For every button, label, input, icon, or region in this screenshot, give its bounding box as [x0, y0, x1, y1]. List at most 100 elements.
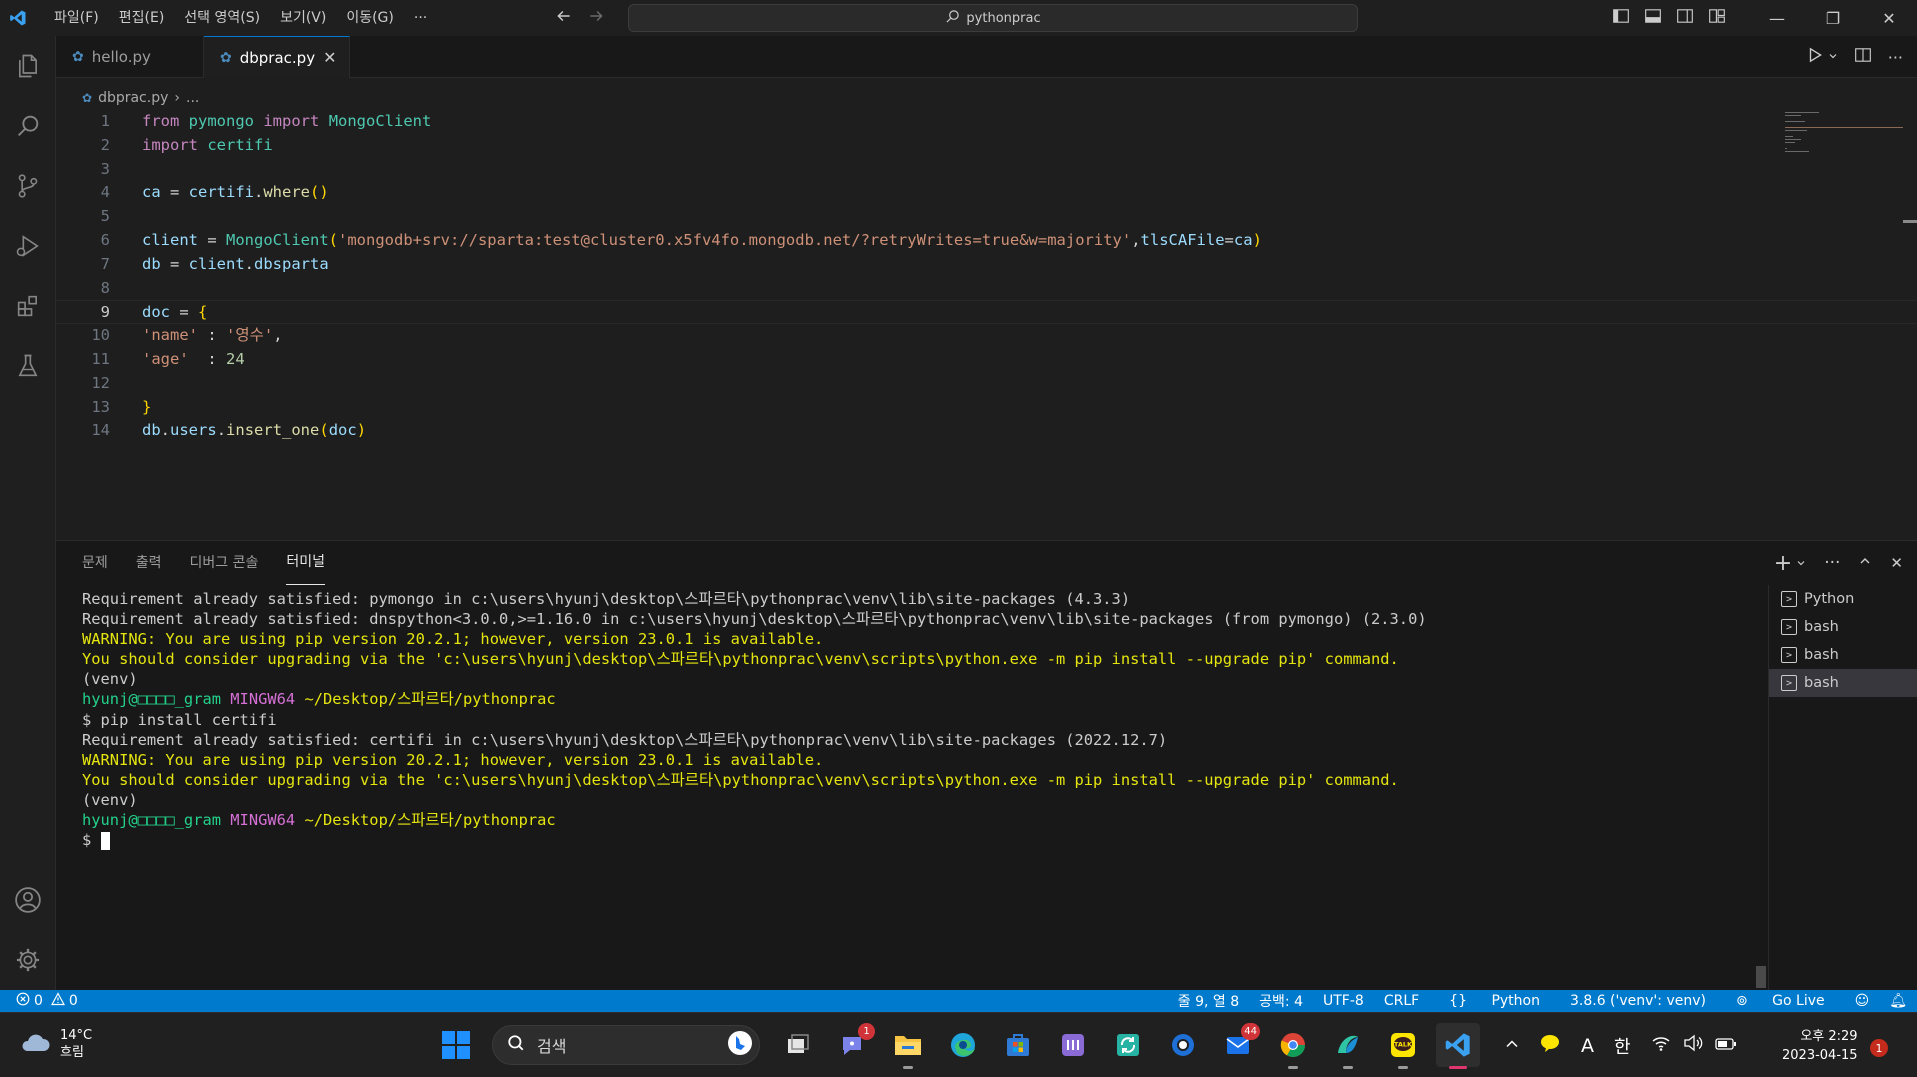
terminal-item-python[interactable]: > Python	[1769, 585, 1917, 613]
back-arrow-icon[interactable]	[555, 7, 573, 29]
terminal-input-line[interactable]: $	[82, 830, 1462, 850]
testing-flask-icon[interactable]	[0, 336, 56, 396]
python-interpreter[interactable]: 3.8.6 ('venv': venv)	[1560, 993, 1716, 1009]
system-clock[interactable]: 오후 2:29 2023-04-15	[1782, 1027, 1858, 1065]
cortana-circle-icon[interactable]	[1161, 1023, 1205, 1067]
code-editor[interactable]: 1 from pymongo import MongoClient 2 import…	[56, 110, 1917, 540]
terminal-scrollbar[interactable]	[1756, 966, 1766, 988]
vscode-taskbar-icon[interactable]	[1436, 1023, 1480, 1069]
problems-status[interactable]: 0 0	[0, 992, 78, 1010]
run-dropdown-chevron-icon[interactable]	[1828, 50, 1838, 65]
token: ,	[1131, 230, 1141, 249]
indentation[interactable]: 공백: 4	[1249, 991, 1313, 1011]
terminal-list: > Python > bash > bash > bash	[1768, 585, 1917, 991]
toggle-primary-sidebar-icon[interactable]	[1612, 7, 1630, 29]
forward-arrow-icon[interactable]	[587, 7, 605, 29]
tab-problems[interactable]: 문제	[82, 541, 108, 585]
taskbar-search[interactable]: 검색	[492, 1025, 760, 1065]
menu-selection[interactable]: 선택 영역(S)	[174, 0, 270, 36]
language-mode[interactable]: {} Python	[1429, 993, 1560, 1009]
restore-icon[interactable]: ❐	[1805, 0, 1861, 36]
notifications-bell-icon[interactable]: 🔔︎	[1879, 993, 1917, 1009]
taskbar-apps: 1 44 TALK	[776, 1023, 1480, 1069]
feedback-icon[interactable]: ☺	[1845, 993, 1880, 1009]
ime-mode-a[interactable]: A	[1581, 1035, 1594, 1057]
explorer-icon[interactable]	[0, 36, 56, 96]
tab-terminal[interactable]: 터미널	[286, 541, 326, 585]
manage-gear-icon[interactable]	[0, 930, 56, 990]
breadcrumb-more[interactable]: ...	[186, 90, 199, 106]
tab-debug-console[interactable]: 디버그 콘솔	[190, 541, 259, 585]
menu-view[interactable]: 보기(V)	[270, 0, 336, 36]
windows-start-icon[interactable]	[440, 1029, 472, 1065]
browser-app-icon[interactable]	[1326, 1023, 1370, 1069]
weather-widget[interactable]: 14°C 흐림	[18, 1027, 92, 1061]
go-live-button[interactable]: ⊚ Go Live	[1716, 993, 1845, 1009]
new-terminal-plus-icon[interactable]: +	[1774, 551, 1792, 576]
editor-scrollbar[interactable]	[1903, 220, 1917, 223]
breadcrumb-file[interactable]: dbprac.py	[98, 90, 168, 106]
chrome-browser-icon[interactable]	[1271, 1023, 1315, 1069]
terminal-item-bash-active[interactable]: > bash	[1769, 669, 1917, 697]
tab-output[interactable]: 출력	[136, 541, 162, 585]
encoding[interactable]: UTF-8	[1313, 993, 1374, 1009]
code-line: 13}	[56, 396, 1917, 420]
file-explorer-icon[interactable]	[886, 1023, 930, 1069]
run-python-file-icon[interactable]	[1806, 46, 1824, 68]
show-hidden-icons-chevron-icon[interactable]	[1505, 1035, 1519, 1056]
ime-mode-han[interactable]: 한	[1614, 1033, 1631, 1059]
run-debug-icon[interactable]	[0, 216, 56, 276]
toggle-panel-icon[interactable]	[1644, 7, 1662, 29]
task-view-icon[interactable]	[776, 1023, 820, 1067]
more-actions-icon[interactable]: ···	[1888, 48, 1903, 67]
mail-app-icon[interactable]: 44	[1216, 1023, 1260, 1067]
tab-dbprac-py[interactable]: ✿ dbprac.py ✕	[204, 36, 350, 78]
token: }	[142, 397, 152, 416]
account-icon[interactable]	[0, 870, 56, 930]
panel-more-icon[interactable]: ···	[1824, 553, 1840, 573]
bottom-panel: 문제 출력 디버그 콘솔 터미널 + ··· ✕ Requirement alr…	[56, 540, 1917, 991]
command-center-search[interactable]: pythonprac	[628, 4, 1358, 32]
kakao-chat-tray-icon[interactable]	[1539, 1033, 1561, 1058]
menu-go[interactable]: 이동(G)	[336, 0, 404, 36]
notification-count-badge[interactable]: 1	[1870, 1039, 1888, 1057]
tab-hello-py[interactable]: ✿ hello.py	[56, 36, 204, 78]
microsoft-store-icon[interactable]	[996, 1023, 1040, 1067]
teams-chat-icon[interactable]: 1	[831, 1023, 875, 1067]
wifi-icon[interactable]	[1651, 1034, 1671, 1057]
prompt-host: MINGW64	[230, 811, 296, 830]
close-tab-icon[interactable]: ✕	[323, 48, 336, 67]
code-line: 3	[56, 158, 1917, 182]
menu-edit[interactable]: 편집(E)	[109, 0, 175, 36]
battery-icon[interactable]	[1714, 1035, 1737, 1056]
terminal-icon: >	[1781, 619, 1797, 635]
terminal-profile-chevron-icon[interactable]	[1796, 553, 1806, 573]
token: ca	[142, 183, 161, 202]
sync-app-icon[interactable]	[1106, 1023, 1150, 1067]
minimize-icon[interactable]: —	[1749, 0, 1805, 36]
kakaotalk-icon[interactable]: TALK	[1381, 1023, 1425, 1069]
notepad-app-icon[interactable]	[1051, 1023, 1095, 1067]
source-control-icon[interactable]	[0, 156, 56, 216]
end-of-line[interactable]: CRLF	[1374, 993, 1429, 1009]
split-editor-icon[interactable]	[1854, 46, 1872, 68]
terminal-line: Requirement already satisfied: dnspython…	[82, 610, 1427, 629]
customize-layout-icon[interactable]	[1708, 7, 1726, 29]
cursor-position[interactable]: 줄 9, 열 8	[1168, 991, 1249, 1011]
token: '영수'	[226, 326, 274, 345]
search-sidebar-icon[interactable]	[0, 96, 56, 156]
terminal-item-bash[interactable]: > bash	[1769, 641, 1917, 669]
toggle-secondary-sidebar-icon[interactable]	[1676, 7, 1694, 29]
terminal-item-bash[interactable]: > bash	[1769, 613, 1917, 641]
edge-browser-icon[interactable]	[941, 1023, 985, 1067]
maximize-panel-chevron-up-icon[interactable]	[1858, 553, 1872, 573]
close-window-icon[interactable]: ✕	[1861, 0, 1917, 36]
extensions-icon[interactable]	[0, 276, 56, 336]
close-panel-icon[interactable]: ✕	[1890, 554, 1903, 572]
menu-file[interactable]: 파일(F)	[44, 0, 109, 36]
minimap[interactable]	[1785, 110, 1905, 170]
volume-icon[interactable]	[1683, 1034, 1703, 1057]
terminal-output[interactable]: Requirement already satisfied: pymongo i…	[82, 589, 1462, 989]
menu-more[interactable]: ···	[404, 0, 437, 36]
token: 'mongodb+srv://sparta:test@cluster0.x5fv…	[338, 230, 1132, 249]
